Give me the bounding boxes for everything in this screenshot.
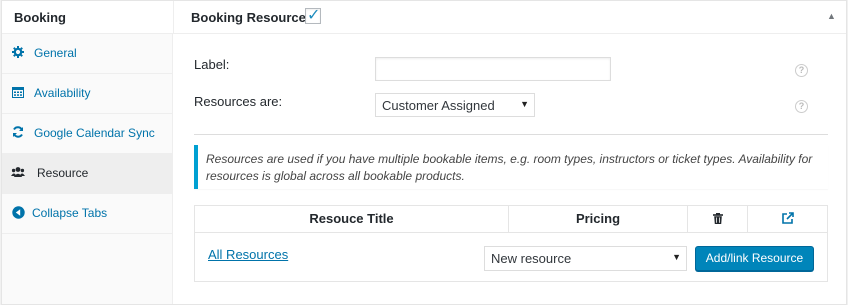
- table-header: Resouce Title Pricing: [195, 206, 827, 233]
- gear-icon: [11, 46, 25, 60]
- resources-are-label: Resources are:: [194, 94, 283, 109]
- external-link-icon: [781, 211, 794, 226]
- label-input[interactable]: [375, 57, 611, 81]
- resources-table: Resouce Title Pricing All Resources New …: [194, 205, 828, 282]
- chevron-down-icon: ▼: [672, 252, 681, 262]
- column-pricing: Pricing: [509, 206, 688, 232]
- add-link-resource-button[interactable]: Add/link Resource: [695, 246, 814, 271]
- all-resources-link[interactable]: All Resources: [208, 247, 288, 262]
- label-field-label: Label:: [194, 57, 230, 72]
- help-icon[interactable]: ?: [795, 100, 808, 113]
- sidebar-item-label: Collapse Tabs: [32, 206, 108, 220]
- sidebar-item-google-calendar-sync[interactable]: Google Calendar Sync: [2, 114, 173, 154]
- resources-are-value: Customer Assigned: [382, 98, 495, 113]
- collapse-icon: [11, 206, 25, 220]
- collapse-toggle-icon[interactable]: ▲: [827, 11, 836, 21]
- header-divider: [173, 1, 174, 34]
- divider: [194, 134, 828, 135]
- sidebar-item-resource[interactable]: Resource: [2, 154, 173, 194]
- panel-header: Booking Booking Resource: ✓ ▲: [2, 1, 846, 34]
- resources-are-select[interactable]: Customer Assigned ▼: [375, 93, 535, 117]
- column-link: [748, 206, 827, 232]
- trash-icon: [712, 211, 723, 226]
- sidebar-item-availability[interactable]: Availability: [2, 74, 173, 114]
- booking-panel: Booking Booking Resource: ✓ ▲ General Av…: [1, 0, 847, 305]
- checkmark-icon: ✓: [307, 7, 321, 24]
- new-resource-select[interactable]: New resource ▼: [484, 246, 687, 271]
- column-resource-title: Resouce Title: [195, 206, 509, 232]
- resource-settings: Label: ? Resources are: Customer Assigne…: [174, 34, 846, 304]
- sidebar-item-general[interactable]: General: [2, 34, 173, 74]
- sidebar-item-collapse-tabs[interactable]: Collapse Tabs: [2, 194, 173, 234]
- sidebar: General Availability Google Calendar Syn…: [2, 34, 173, 304]
- sidebar-item-label: General: [34, 46, 77, 60]
- panel-title: Booking: [14, 10, 66, 25]
- sidebar-item-label: Availability: [34, 86, 91, 100]
- booking-resource-checkbox[interactable]: ✓: [305, 7, 321, 24]
- chevron-down-icon: ▼: [520, 99, 529, 109]
- sidebar-item-label: Google Calendar Sync: [34, 126, 155, 140]
- users-icon: [11, 166, 25, 180]
- sync-icon: [11, 126, 25, 140]
- calendar-icon: [11, 86, 25, 100]
- booking-resource-label: Booking Resource:: [191, 10, 311, 25]
- new-resource-value: New resource: [491, 251, 572, 266]
- help-icon[interactable]: ?: [795, 64, 808, 77]
- sidebar-item-label: Resource: [37, 166, 89, 180]
- resources-notice: Resources are used if you have multiple …: [194, 145, 828, 189]
- column-trash: [688, 206, 748, 232]
